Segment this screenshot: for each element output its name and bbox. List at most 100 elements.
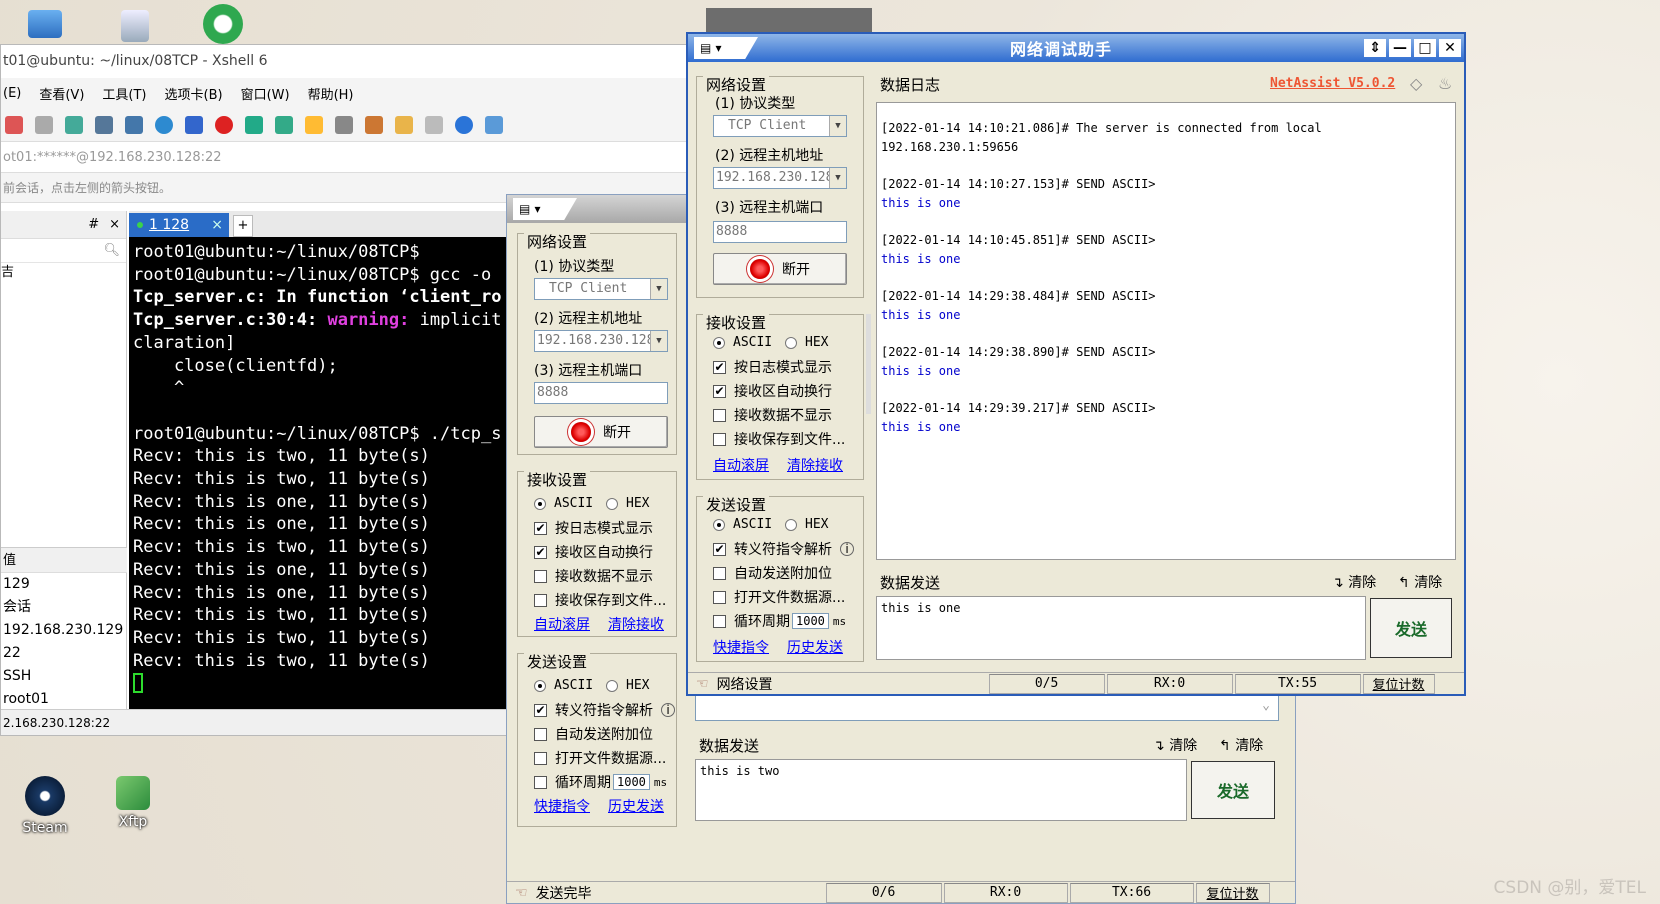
clear-all-button[interactable]: ↰ 清除	[1219, 735, 1263, 755]
open-file-checkbox[interactable]: 打开文件数据源...	[534, 748, 666, 768]
search-icon[interactable]	[95, 115, 113, 134]
menu-help[interactable]: 帮助(H)	[299, 84, 363, 103]
send-hex-radio[interactable]: HEX	[606, 678, 649, 693]
clear-send-button[interactable]: ↴ 清除	[1153, 735, 1197, 755]
host-select[interactable]: 192.168.230.128 ▼	[713, 167, 847, 189]
panel-splitter[interactable]	[866, 314, 871, 414]
port-input[interactable]: 8888	[713, 221, 847, 243]
folder-icon[interactable]	[395, 115, 413, 134]
auto-scroll-link[interactable]: 自动滚屏	[534, 614, 590, 634]
xftp-green-icon[interactable]	[245, 115, 263, 134]
menu-view[interactable]: 查看(V)	[30, 84, 93, 103]
tab-close-icon[interactable]: ×	[211, 217, 223, 233]
recycle-bin-icon[interactable]	[90, 4, 180, 46]
lock-icon[interactable]	[305, 115, 323, 134]
recv-hex-radio[interactable]: HEX	[785, 335, 828, 350]
protocol-select[interactable]: TCP Client ▼	[713, 115, 847, 137]
tab-session[interactable]: 1 128 ×	[129, 213, 229, 237]
host-select[interactable]: 192.168.230.128 ▼	[534, 330, 668, 352]
close-icon[interactable]: ✕	[1439, 39, 1461, 57]
highlight-icon[interactable]	[365, 115, 383, 134]
font-icon[interactable]	[185, 115, 203, 134]
session-search[interactable]: 🔍︎	[1, 239, 126, 263]
escape-checkbox[interactable]: ✔ 转义符指令解析 i	[534, 700, 675, 720]
keyboard-icon[interactable]	[335, 115, 353, 134]
xftp-desktop-icon[interactable]: Xftp	[88, 776, 178, 830]
send-ascii-radio[interactable]: ASCII	[713, 517, 772, 532]
send-hex-radio[interactable]: HEX	[785, 517, 828, 532]
history-link[interactable]: 历史发送	[608, 796, 664, 816]
log-mode-checkbox[interactable]: ✔ 按日志模式显示	[713, 357, 832, 377]
app-menu-icon[interactable]: ▤ ▾	[694, 37, 758, 59]
send-textarea[interactable]: this is two	[695, 759, 1187, 821]
properties-icon[interactable]	[65, 115, 83, 134]
app-shortcut-icon[interactable]	[178, 4, 268, 48]
maximize-icon[interactable]: □	[1414, 39, 1436, 57]
close-icon[interactable]: ×	[109, 217, 120, 232]
data-log-area[interactable]: [2022-01-14 14:10:21.086]# The server is…	[876, 102, 1456, 560]
fullscreen-icon[interactable]	[275, 115, 293, 134]
auto-append-checkbox[interactable]: 自动发送附加位	[713, 563, 832, 583]
cycle-input[interactable]: 1000	[792, 613, 829, 629]
bell-icon[interactable]: ♨	[1438, 74, 1452, 93]
disconnect-button[interactable]: 断开	[534, 416, 668, 448]
port-input[interactable]: 8888	[534, 382, 668, 404]
layout-icon[interactable]	[425, 115, 443, 134]
help-icon[interactable]	[455, 115, 473, 134]
transfer-icon[interactable]	[125, 115, 143, 134]
gem-icon[interactable]: ◇	[1410, 74, 1422, 93]
shortcut-link[interactable]: 快捷指令	[713, 637, 769, 657]
hide-recv-checkbox[interactable]: 接收数据不显示	[534, 566, 653, 586]
escape-checkbox[interactable]: ✔ 转义符指令解析 i	[713, 539, 854, 559]
cycle-checkbox[interactable]: 循环周期 1000 ms	[534, 772, 667, 792]
recv-ascii-radio[interactable]: ASCII	[534, 496, 593, 511]
pin-icon[interactable]: #	[88, 217, 99, 232]
disconnect-icon[interactable]	[5, 115, 23, 134]
clear-recv-link[interactable]: 清除接收	[608, 614, 664, 634]
reset-count-button[interactable]: 复位计数	[1195, 882, 1270, 903]
address-bar[interactable]: ot01:******@192.168.230.128:22	[1, 142, 719, 173]
minimize-icon[interactable]: —	[1389, 39, 1411, 57]
shortcut-link[interactable]: 快捷指令	[534, 796, 590, 816]
menu-edit[interactable]: (E)	[1, 86, 30, 101]
send-textarea[interactable]: this is one	[876, 596, 1366, 660]
recv-ascii-radio[interactable]: ASCII	[713, 335, 772, 350]
globe-icon[interactable]	[155, 115, 173, 134]
auto-wrap-checkbox[interactable]: ✔ 接收区自动换行	[534, 542, 653, 562]
chat-icon[interactable]	[485, 115, 503, 134]
cycle-input[interactable]: 1000	[613, 774, 650, 790]
reset-count-button[interactable]: 复位计数	[1362, 673, 1435, 694]
clear-all-button[interactable]: ↰ 清除	[1398, 572, 1442, 592]
auto-append-checkbox[interactable]: 自动发送附加位	[534, 724, 653, 744]
session-tree-item[interactable]: 吉	[1, 263, 126, 283]
back-log-bottom[interactable]: ⌄	[695, 695, 1279, 721]
info-icon[interactable]: i	[661, 703, 675, 717]
computer-icon[interactable]	[0, 4, 90, 42]
send-button[interactable]: 发送	[1370, 598, 1452, 658]
auto-wrap-checkbox[interactable]: ✔ 接收区自动换行	[713, 381, 832, 401]
clear-send-button[interactable]: ↴ 清除	[1332, 572, 1376, 592]
steam-desktop-icon[interactable]: Steam	[0, 776, 90, 836]
menu-tools[interactable]: 工具(T)	[93, 84, 155, 103]
log-mode-checkbox[interactable]: ✔ 按日志模式显示	[534, 518, 653, 538]
hide-recv-checkbox[interactable]: 接收数据不显示	[713, 405, 832, 425]
info-icon[interactable]: i	[840, 542, 854, 556]
pin-icon[interactable]: ⇕	[1364, 39, 1386, 57]
save-file-checkbox[interactable]: 接收保存到文件...	[534, 590, 666, 610]
app-menu-icon[interactable]: ▤ ▾	[513, 198, 577, 220]
xshell-red-icon[interactable]	[215, 115, 233, 134]
recv-hex-radio[interactable]: HEX	[606, 496, 649, 511]
history-link[interactable]: 历史发送	[787, 637, 843, 657]
new-tab-button[interactable]: +	[233, 215, 253, 237]
open-file-checkbox[interactable]: 打开文件数据源...	[713, 587, 845, 607]
send-button[interactable]: 发送	[1191, 761, 1275, 819]
version-link[interactable]: NetAssist V5.0.2	[1270, 76, 1395, 91]
menu-window[interactable]: 窗口(W)	[232, 84, 299, 103]
link-icon[interactable]	[35, 115, 53, 134]
menu-tabs[interactable]: 选项卡(B)	[156, 84, 232, 103]
clear-recv-link[interactable]: 清除接收	[787, 455, 843, 475]
disconnect-button[interactable]: 断开	[713, 253, 847, 285]
save-file-checkbox[interactable]: 接收保存到文件...	[713, 429, 845, 449]
protocol-select[interactable]: TCP Client ▼	[534, 278, 668, 300]
cycle-checkbox[interactable]: 循环周期 1000 ms	[713, 611, 846, 631]
